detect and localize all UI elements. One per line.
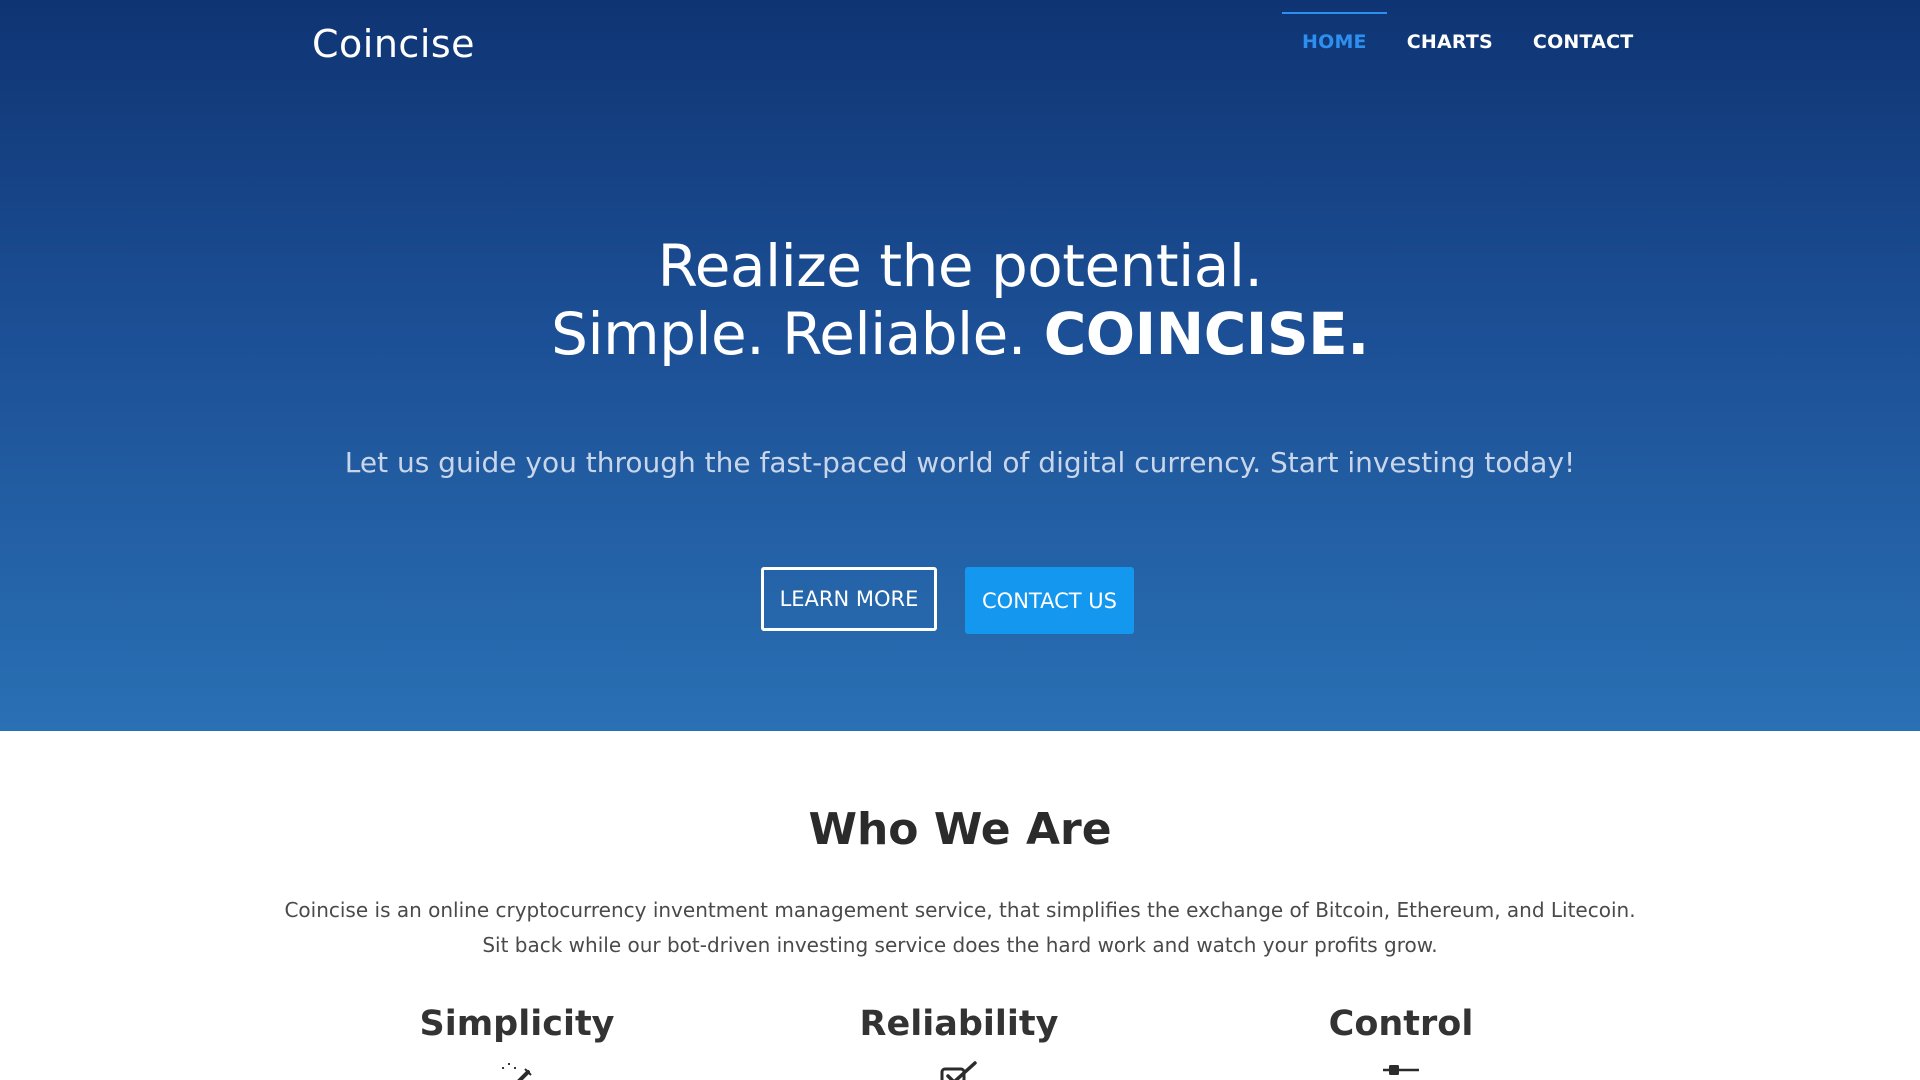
headline-line-2-prefix: Simple. Reliable. — [551, 300, 1026, 368]
check-square-icon — [939, 1060, 979, 1080]
hero-section: Coincise HOME CHARTS CONTACT Realize the… — [0, 0, 1920, 731]
about-text-line-1: Coincise is an online cryptocurrency inv… — [284, 898, 1636, 922]
hero-subtitle: Let us guide you through the fast-paced … — [344, 446, 1576, 479]
headline-brand-strong: COINCISE. — [1043, 300, 1370, 368]
feature-reliability-title: Reliability — [859, 1004, 1059, 1044]
magic-wand-icon — [498, 1060, 538, 1080]
learn-more-button[interactable]: LEARN MORE — [761, 567, 937, 631]
brand-logo[interactable]: Coincise — [312, 22, 475, 66]
feature-simplicity-title: Simplicity — [419, 1004, 615, 1044]
contact-us-button[interactable]: CONTACT US — [965, 567, 1134, 634]
page: Coincise HOME CHARTS CONTACT Realize the… — [0, 0, 1920, 1080]
main-nav: HOME CHARTS CONTACT — [1282, 0, 1653, 80]
about-title: Who We Are — [808, 804, 1112, 855]
hero-headline: Realize the potential. Simple. Reliable.… — [0, 232, 1920, 368]
nav-charts[interactable]: CHARTS — [1387, 0, 1513, 80]
feature-control-title: Control — [1328, 1004, 1474, 1044]
headline-line-1: Realize the potential. — [657, 232, 1263, 300]
about-text-line-2: Sit back while our bot-driven investing … — [482, 933, 1438, 957]
nav-contact[interactable]: CONTACT — [1513, 0, 1654, 80]
slider-control-icon — [1381, 1060, 1421, 1080]
nav-home[interactable]: HOME — [1282, 0, 1387, 80]
about-description: Coincise is an online cryptocurrency inv… — [0, 893, 1920, 963]
